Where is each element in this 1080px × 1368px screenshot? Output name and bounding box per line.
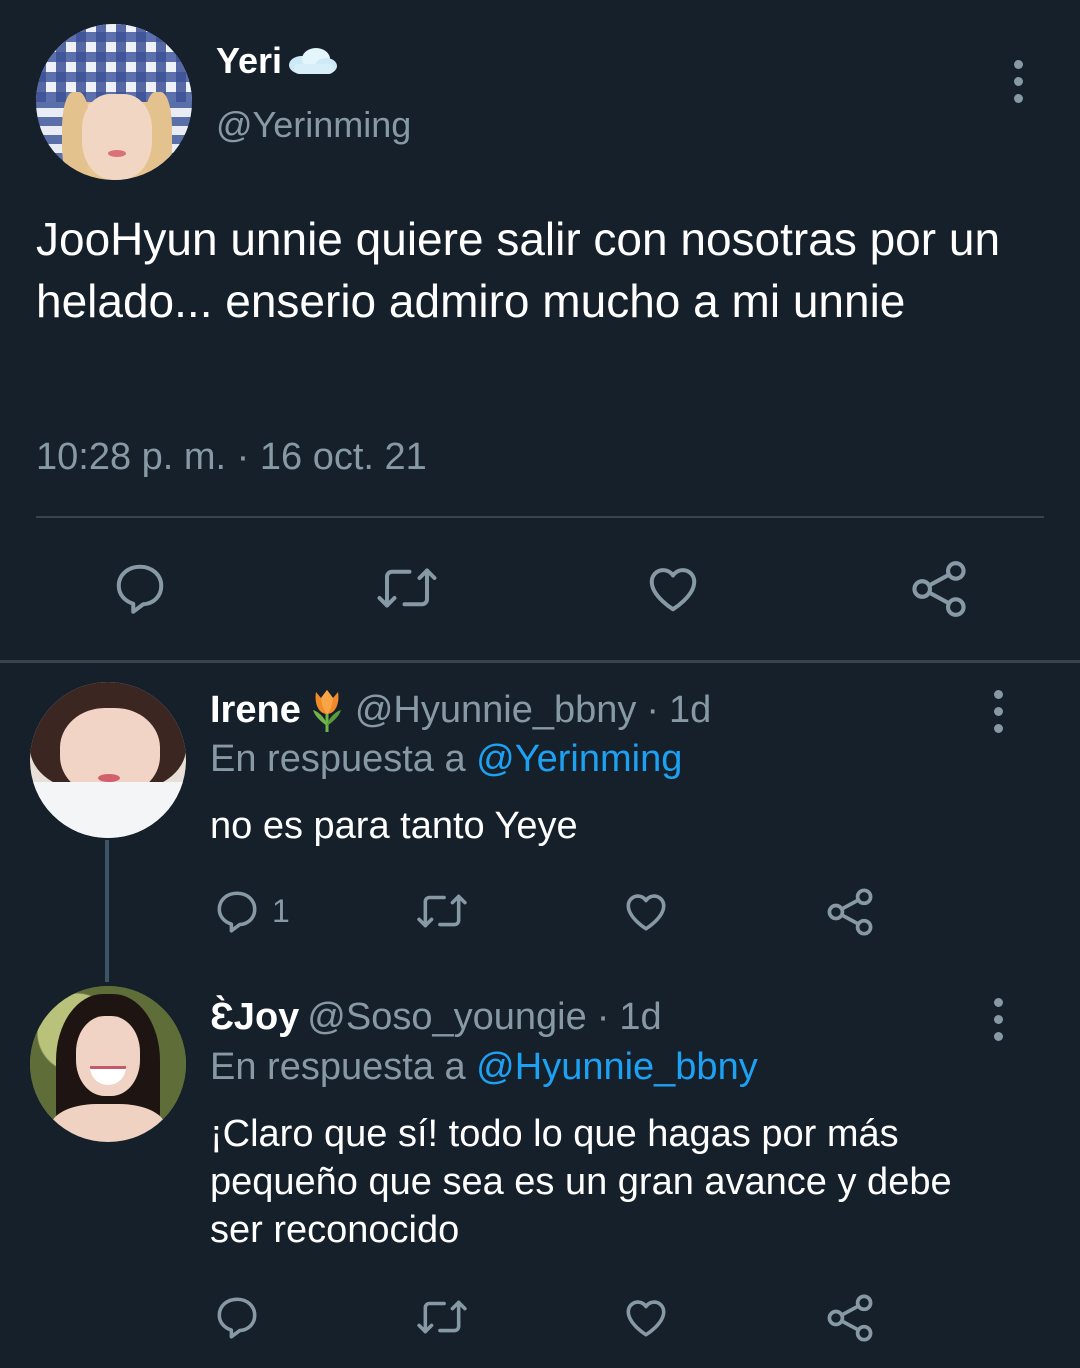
divider [36, 516, 1044, 518]
share-button[interactable] [824, 886, 876, 938]
reply-text: no es para tanto Yeye [210, 805, 578, 847]
like-icon [626, 1300, 666, 1337]
reply-mention-link[interactable]: @Yerinming [476, 738, 682, 780]
tulip-icon [312, 690, 341, 732]
reply-button[interactable]: 1 [212, 886, 290, 936]
reply-handle[interactable]: @Hyunnie_bbny [355, 689, 637, 732]
display-name-text: Irene [210, 688, 301, 731]
reply-icon [217, 1297, 257, 1339]
irene-avatar[interactable] [30, 682, 186, 838]
retweet-button[interactable] [414, 1292, 470, 1342]
separator: · [646, 688, 660, 731]
divider [0, 660, 1080, 663]
separator: · [596, 996, 610, 1038]
reply-context: En respuesta a @Hyunnie_bbny [210, 1046, 758, 1089]
share-button[interactable] [908, 558, 970, 620]
face [82, 94, 152, 180]
body [50, 1104, 166, 1142]
hat-pattern [36, 24, 192, 102]
retweet-icon [417, 894, 467, 928]
reply-icon [217, 891, 257, 933]
more-options-icon[interactable] [1012, 60, 1024, 103]
retweet-icon [417, 1300, 467, 1334]
reply-button[interactable] [212, 1292, 262, 1342]
reply-button[interactable] [110, 558, 170, 618]
tweet-timestamp[interactable]: 10:28 p. m. · 16 oct. 21 [36, 436, 427, 479]
reply-age[interactable]: 1d [669, 689, 711, 732]
more-options-icon[interactable] [992, 690, 1004, 733]
joy-avatar[interactable] [30, 986, 186, 1142]
retweet-icon [377, 568, 437, 608]
main-handle[interactable]: @Yerinming [216, 104, 411, 146]
reply-display-name[interactable]: Ɛ̀Joy [210, 996, 299, 1039]
reply-count: 1 [272, 892, 290, 929]
share-icon [827, 888, 873, 936]
like-icon [626, 894, 666, 931]
reply-header: Ɛ̀Joy @Soso_youngie · 1d [210, 996, 662, 1039]
reply-age[interactable]: 1d [619, 996, 661, 1039]
like-button[interactable] [620, 1292, 672, 1342]
retweet-button[interactable] [414, 886, 470, 936]
reply-text: ¡Claro que sí! todo lo que hagas por más… [210, 1113, 952, 1251]
like-button[interactable] [620, 886, 672, 936]
share-icon [912, 561, 966, 617]
yeri-avatar[interactable] [36, 24, 192, 180]
reply-header: Irene @Hyunnie_bbny · 1d [210, 686, 711, 734]
lips [108, 150, 126, 157]
cloud-icon [289, 48, 338, 74]
reply-context: En respuesta a @Yerinming [210, 738, 682, 781]
reply-icon [116, 564, 164, 614]
like-icon [649, 568, 697, 612]
display-name-text: Yeri [216, 40, 283, 81]
reply-prefix: En respuesta a [210, 738, 466, 780]
like-button[interactable] [642, 558, 704, 618]
sheet [30, 782, 186, 838]
share-icon [827, 1294, 873, 1342]
lips [98, 774, 120, 782]
main-display-name[interactable]: Yeri [216, 40, 340, 82]
thread-connector [105, 840, 109, 982]
more-options-icon[interactable] [992, 998, 1004, 1041]
reply-prefix: En respuesta a [210, 1046, 466, 1088]
share-button[interactable] [824, 1292, 876, 1344]
reply-display-name[interactable]: Irene [210, 686, 347, 734]
tweet-text: JooHyun unnie quiere salir con nosotras … [36, 213, 1001, 327]
reply-mention-link[interactable]: @Hyunnie_bbny [476, 1046, 758, 1088]
reply-handle[interactable]: @Soso_youngie [307, 996, 586, 1039]
retweet-button[interactable] [374, 558, 440, 618]
tweet-thread-screen: Yeri @Yerinming JooHyun unnie quiere sal… [0, 0, 1080, 1368]
